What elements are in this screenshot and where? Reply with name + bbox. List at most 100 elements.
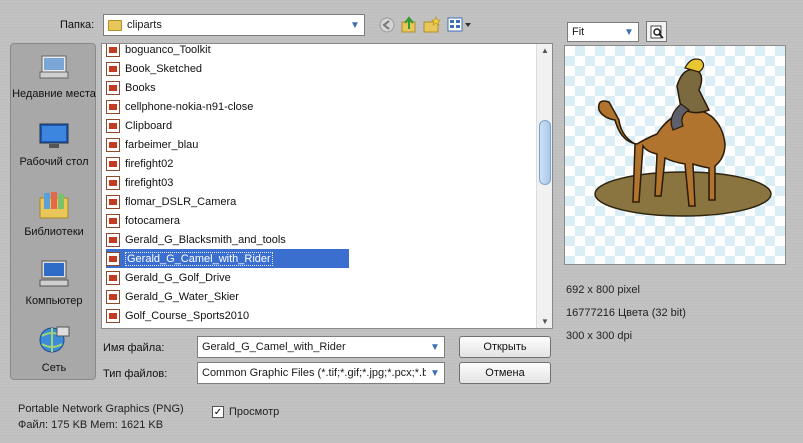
place-label: Недавние места — [12, 88, 96, 100]
cancel-button[interactable]: Отмена — [459, 362, 551, 384]
file-row[interactable]: firefight03 — [106, 173, 173, 192]
camel-rider-image — [594, 58, 772, 217]
image-file-icon — [106, 99, 120, 114]
file-format: Portable Network Graphics (PNG) — [18, 403, 184, 415]
lookin-combo[interactable]: cliparts ▼ — [103, 14, 365, 36]
file-row[interactable]: cellphone-nokia-n91-close — [106, 97, 253, 116]
file-name: flomar_DSLR_Camera — [125, 195, 237, 208]
zoom-value: Fit — [572, 26, 585, 38]
place-computer[interactable]: Компьютер — [11, 259, 97, 308]
file-sizes: Файл: 175 KB Mem: 1621 KB — [18, 419, 164, 431]
new-folder-icon[interactable] — [422, 15, 442, 35]
image-file-icon — [106, 175, 120, 190]
place-label: Рабочий стол — [19, 156, 89, 168]
place-network[interactable]: Сеть — [11, 324, 97, 375]
file-row[interactable]: Book_Sketched — [106, 59, 202, 78]
file-name: Hand_H... — [125, 329, 175, 330]
place-desktop[interactable]: Рабочий стол — [11, 122, 97, 169]
desktop-icon — [11, 122, 97, 153]
chevron-down-icon[interactable]: ▼ — [426, 363, 444, 383]
file-row[interactable]: Clipboard — [106, 116, 172, 135]
file-name: boguanco_Toolkit — [125, 43, 211, 56]
vertical-scrollbar[interactable]: ▲ ▼ — [536, 44, 552, 328]
image-preview — [564, 45, 786, 265]
image-file-icon — [106, 270, 120, 285]
file-row[interactable]: farbeimer_blau — [106, 135, 198, 154]
image-file-icon — [106, 118, 120, 133]
back-arrow-icon[interactable] — [377, 15, 397, 35]
file-name: Gerald_G_Blacksmith_and_tools — [125, 233, 286, 246]
chevron-down-icon[interactable]: ▼ — [620, 23, 638, 41]
file-name: Book_Sketched — [125, 62, 203, 75]
file-name: Golf_Course_Sports2010 — [125, 309, 250, 322]
file-row[interactable]: Gerald_G_Blacksmith_and_tools — [106, 230, 286, 249]
preview-toggle-label: Просмотр — [229, 406, 280, 418]
file-list[interactable]: boguanco_Toolkit Book_Sketched Books cellph… — [101, 43, 553, 329]
filetype-value: Common Graphic Files (*.tif;*.gif;*.jpg;… — [202, 367, 426, 379]
file-name: Gerald_G_Water_Skier — [125, 290, 239, 303]
image-file-icon — [106, 327, 120, 328]
image-file-icon — [106, 44, 120, 57]
place-label: Компьютер — [25, 295, 83, 307]
up-folder-icon[interactable] — [399, 15, 419, 35]
preview-checkbox[interactable]: ✓ — [212, 406, 224, 418]
image-file-icon — [106, 232, 120, 247]
file-row[interactable]: Gerald_G_Camel_with_Rider — [106, 249, 349, 268]
image-file-icon — [106, 137, 120, 152]
filename-input[interactable]: Gerald_G_Camel_with_Rider ▼ — [197, 336, 445, 358]
file-row[interactable]: fotocamera — [106, 211, 180, 230]
magnifier-icon — [650, 25, 664, 39]
file-name: firefight02 — [125, 157, 174, 170]
image-file-icon — [106, 251, 120, 266]
lookin-value: cliparts — [127, 19, 162, 31]
filetype-label: Тип файлов: — [103, 368, 168, 380]
file-name: cellphone-nokia-n91-close — [125, 100, 254, 113]
file-name: Clipboard — [125, 119, 173, 132]
image-file-icon — [106, 61, 120, 76]
file-row[interactable]: flomar_DSLR_Camera — [106, 192, 236, 211]
place-recent[interactable]: Недавние места — [11, 52, 97, 101]
scroll-thumb[interactable] — [539, 120, 551, 185]
file-row[interactable]: Hand_H... — [106, 325, 175, 330]
file-row[interactable]: Golf_Course_Sports2010 — [106, 306, 249, 325]
file-row[interactable]: Books — [106, 78, 156, 97]
zoom-select[interactable]: Fit ▼ — [567, 22, 639, 42]
file-row[interactable]: firefight02 — [106, 154, 173, 173]
image-colors: 16777216 Цвета (32 bit) — [566, 307, 686, 319]
file-name: Books — [125, 81, 156, 94]
chevron-down-icon[interactable]: ▼ — [426, 337, 444, 357]
recent-places-icon — [11, 52, 97, 85]
filetype-select[interactable]: Common Graphic Files (*.tif;*.gif;*.jpg;… — [197, 362, 445, 384]
image-dpi: 300 x 300 dpi — [566, 330, 633, 342]
filename-label: Имя файла: — [103, 342, 165, 354]
open-button[interactable]: Открыть — [459, 336, 551, 358]
zoom-preview-button[interactable] — [646, 21, 667, 42]
image-file-icon — [106, 289, 120, 304]
file-name: fotocamera — [125, 214, 181, 227]
scroll-up-icon[interactable]: ▲ — [537, 46, 552, 55]
file-row[interactable]: Gerald_G_Golf_Drive — [106, 268, 231, 287]
image-file-icon — [106, 308, 120, 323]
computer-icon — [11, 259, 97, 292]
file-row[interactable]: boguanco_Toolkit — [106, 43, 211, 59]
libraries-icon — [11, 190, 97, 223]
chevron-down-icon[interactable]: ▼ — [346, 15, 364, 35]
image-file-icon — [106, 194, 120, 209]
filename-value: Gerald_G_Camel_with_Rider — [202, 341, 346, 353]
file-name: Gerald_G_Camel_with_Rider — [125, 251, 273, 266]
image-file-icon — [106, 213, 120, 228]
place-label: Сеть — [41, 362, 67, 374]
places-bar: Недавние места Рабочий стол Библиотеки К… — [10, 43, 96, 380]
folder-icon — [108, 19, 122, 31]
view-menu-icon[interactable] — [446, 15, 474, 35]
network-icon — [11, 324, 97, 359]
file-row[interactable]: Gerald_G_Water_Skier — [106, 287, 239, 306]
image-file-icon — [106, 80, 120, 95]
scroll-down-icon[interactable]: ▼ — [537, 317, 552, 326]
image-dimensions: 692 x 800 pixel — [566, 284, 640, 296]
lookin-label: Папка: — [60, 19, 95, 31]
preview-toggle[interactable]: ✓ Просмотр — [212, 406, 279, 418]
file-name: farbeimer_blau — [125, 138, 199, 151]
file-name: firefight03 — [125, 176, 174, 189]
place-libraries[interactable]: Библиотеки — [11, 190, 97, 239]
